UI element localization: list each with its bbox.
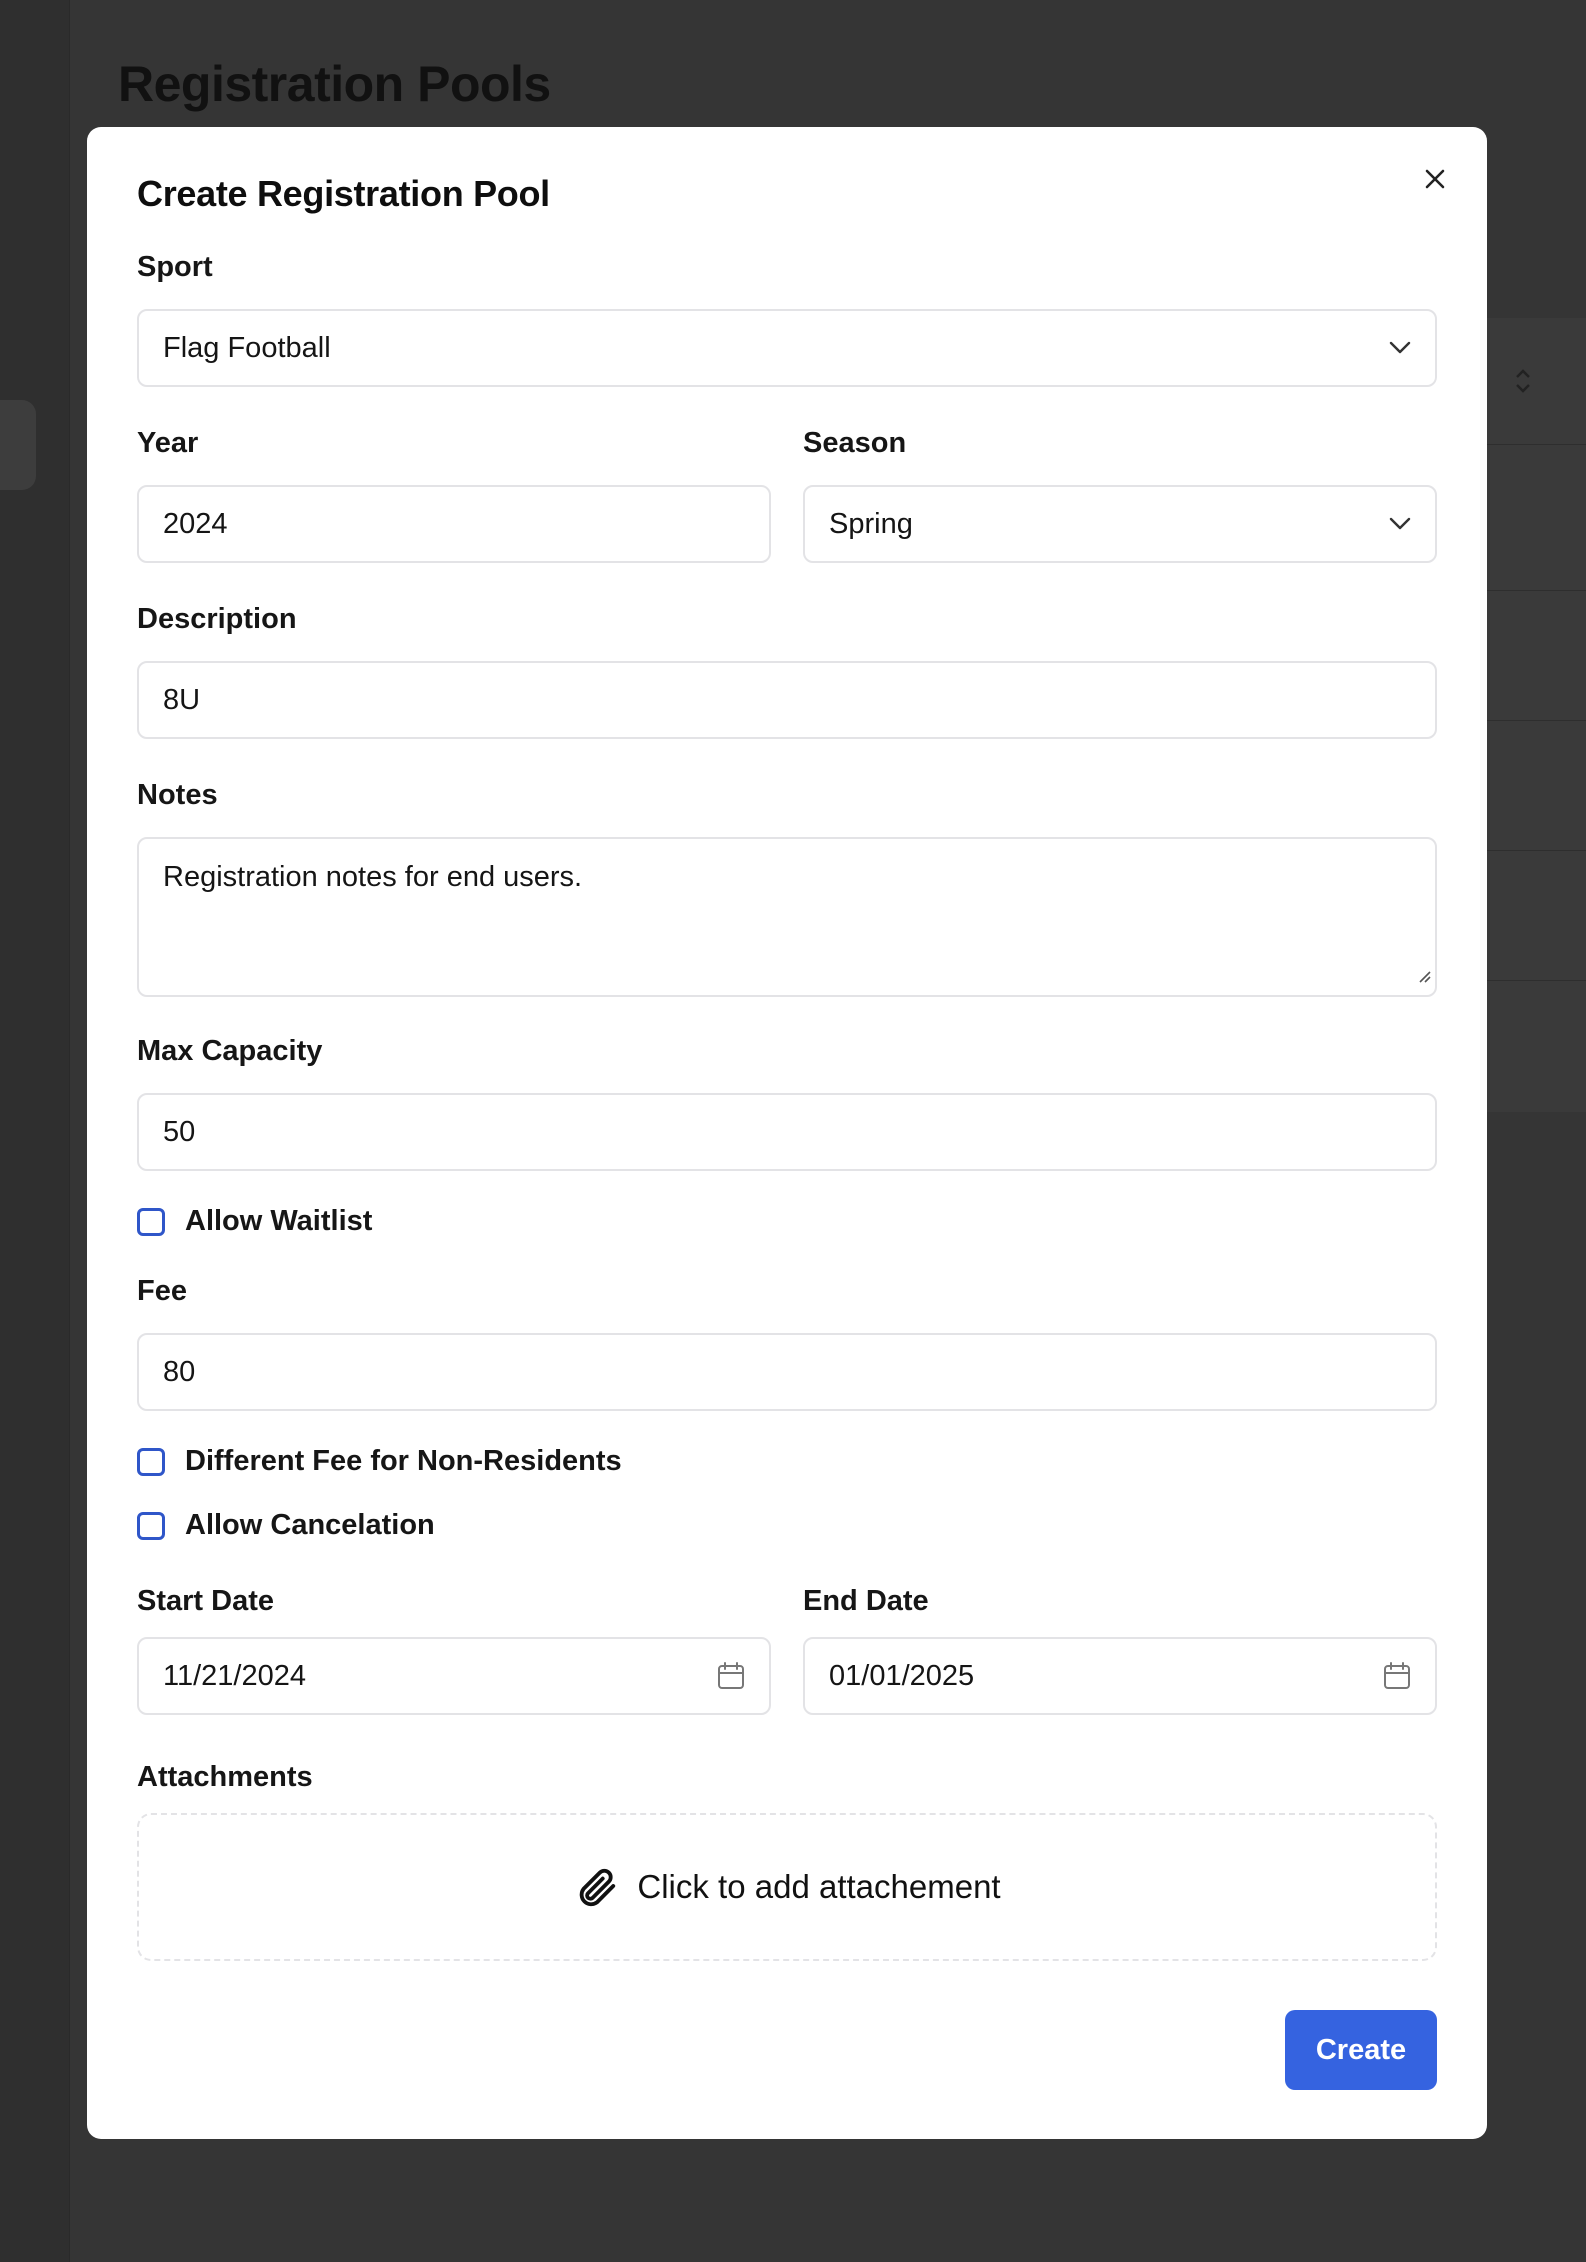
chevron-down-icon xyxy=(1389,341,1411,355)
attachments-label: Attachments xyxy=(137,1761,313,1793)
background-table-divider xyxy=(1486,980,1586,981)
background-table xyxy=(1486,318,1586,1112)
notes-textarea[interactable]: Registration notes for end users. xyxy=(137,837,1437,997)
add-attachment-dropzone[interactable]: Click to add attachement xyxy=(137,1813,1437,1961)
notes-textarea-value: Registration notes for end users. xyxy=(163,861,583,893)
add-attachment-label: Click to add attachement xyxy=(637,1868,1001,1905)
background-sidebar xyxy=(0,0,70,2262)
end-date-label: End Date xyxy=(803,1585,929,1617)
background-table-divider xyxy=(1486,590,1586,591)
sport-select-value: Flag Football xyxy=(163,331,331,364)
allow-waitlist-checkbox[interactable] xyxy=(137,1207,165,1236)
page-title: Registration Pools xyxy=(118,56,551,112)
start-date-label: Start Date xyxy=(137,1585,274,1617)
calendar-icon[interactable] xyxy=(1383,1661,1411,1691)
different-fee-checkbox-row[interactable]: Different Fee for Non-Residents xyxy=(137,1445,622,1478)
description-input[interactable]: 8U xyxy=(137,661,1437,739)
start-date-input[interactable]: 11/21/2024 xyxy=(137,1637,771,1715)
sport-select[interactable]: Flag Football xyxy=(137,309,1437,387)
end-date-input[interactable]: 01/01/2025 xyxy=(803,1637,1437,1715)
season-label: Season xyxy=(803,427,907,459)
allow-waitlist-checkbox-row[interactable]: Allow Waitlist xyxy=(137,1205,372,1238)
max-capacity-label: Max Capacity xyxy=(137,1035,323,1067)
year-label: Year xyxy=(137,427,199,459)
max-capacity-input[interactable]: 50 xyxy=(137,1093,1437,1171)
description-label: Description xyxy=(137,603,297,635)
description-input-value: 8U xyxy=(163,683,201,716)
fee-label: Fee xyxy=(137,1275,187,1307)
fee-input-value: 80 xyxy=(163,1355,196,1388)
background-sidebar-item xyxy=(0,400,36,490)
background-table-divider xyxy=(1486,850,1586,851)
allow-cancelation-label: Allow Cancelation xyxy=(185,1509,435,1541)
year-input-value: 2024 xyxy=(163,507,228,540)
fee-input[interactable]: 80 xyxy=(137,1333,1437,1411)
allow-cancelation-checkbox-row[interactable]: Allow Cancelation xyxy=(137,1509,435,1542)
season-select[interactable]: Spring xyxy=(803,485,1437,563)
background-table-divider xyxy=(1486,444,1586,445)
allow-waitlist-label: Allow Waitlist xyxy=(185,1205,373,1237)
background-table-divider xyxy=(1486,720,1586,721)
year-input[interactable]: 2024 xyxy=(137,485,771,563)
chevron-down-icon xyxy=(1389,517,1411,531)
calendar-icon[interactable] xyxy=(717,1661,745,1691)
sort-icon xyxy=(1512,366,1534,403)
start-date-input-value: 11/21/2024 xyxy=(163,1659,306,1692)
max-capacity-input-value: 50 xyxy=(163,1115,196,1148)
season-select-value: Spring xyxy=(829,507,913,540)
sport-label: Sport xyxy=(137,251,213,283)
modal-title: Create Registration Pool xyxy=(137,173,550,214)
resize-handle-icon[interactable] xyxy=(1415,958,1431,991)
close-button[interactable] xyxy=(1413,159,1457,203)
close-icon xyxy=(1423,167,1447,196)
end-date-input-value: 01/01/2025 xyxy=(829,1659,975,1692)
paperclip-icon xyxy=(573,1864,619,1910)
different-fee-checkbox[interactable] xyxy=(137,1447,165,1476)
different-fee-label: Different Fee for Non-Residents xyxy=(185,1445,622,1477)
create-button[interactable]: Create xyxy=(1285,2010,1437,2090)
create-registration-pool-modal: Create Registration Pool Sport Flag Foot… xyxy=(87,127,1487,2139)
allow-cancelation-checkbox[interactable] xyxy=(137,1511,165,1540)
notes-label: Notes xyxy=(137,779,218,811)
